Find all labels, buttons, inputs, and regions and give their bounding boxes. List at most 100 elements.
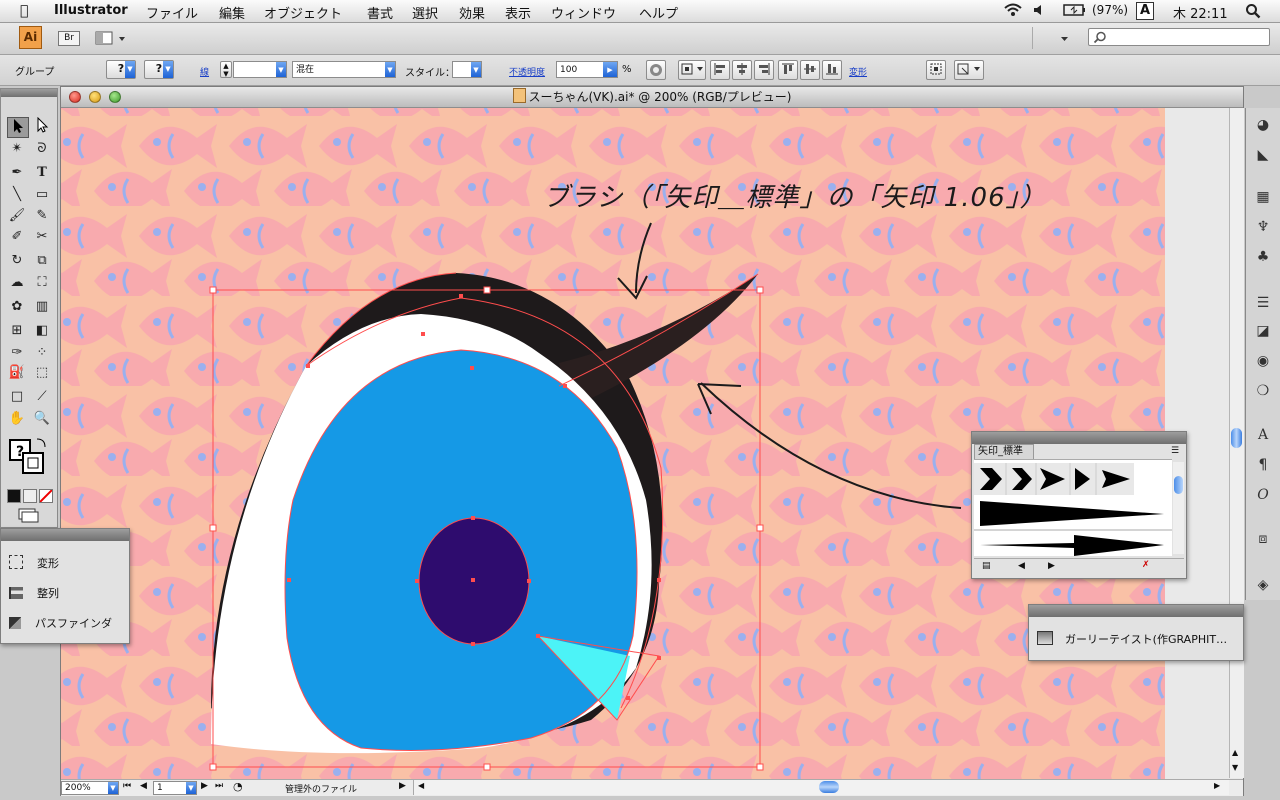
graphic-styles-titlebar[interactable] [1029,605,1243,617]
align-panel-item[interactable]: 整列 [9,583,59,605]
align-to-dropdown[interactable] [678,60,706,80]
warp-tool-icon[interactable]: ☁ [7,273,27,292]
align-center-button[interactable] [732,60,752,80]
spotlight-icon[interactable] [1245,3,1261,23]
apple-icon[interactable]:  [20,3,28,19]
remove-brush-icon[interactable]: ✗ [1142,560,1150,570]
fill-stroke-swatch[interactable]: ? [7,437,51,477]
align-right-button[interactable] [754,60,774,80]
menu-window[interactable]: ウィンドウ [551,3,616,22]
stroke-color-dropdown[interactable]: ? ▼ [144,60,174,79]
brush-panel-titlebar[interactable] [972,432,1186,444]
menu-type[interactable]: 書式 [367,3,393,22]
rectangle-tool-icon[interactable]: ▭ [32,185,52,204]
document-titlebar[interactable]: スーちゃん(VK).ai* @ 200% (RGB/プレビュー) [61,87,1243,108]
pen-tool-icon[interactable]: ✒ [7,163,27,182]
stroke-weight-field[interactable]: ▼ [233,61,287,78]
menu-edit[interactable]: 編集 [219,3,245,22]
brush-library-menu-icon[interactable]: ▤ [982,561,991,571]
stroke-link[interactable]: 線 [200,65,209,78]
transform-link[interactable]: 変形 [849,65,867,78]
menu-file[interactable]: ファイル [146,3,198,22]
previous-artboard-button[interactable]: ◀ [140,781,147,791]
gradient-mode-button[interactable] [23,489,37,503]
battery-icon[interactable] [1063,3,1087,21]
arrange-documents-button[interactable] [95,30,127,47]
search-field[interactable] [1088,28,1270,46]
screen-mode-button[interactable] [15,507,43,523]
pencil-tool-icon[interactable]: ✎ [32,206,52,225]
previous-library-arrow[interactable]: ◀ [1018,561,1025,571]
opentype-panel-icon[interactable]: O [1254,486,1272,504]
next-artboard-button[interactable]: ▶ [201,781,208,791]
paintbrush-tool-icon[interactable]: 🖌 [7,206,27,225]
horizontal-scroll-thumb[interactable] [819,781,839,793]
swatches-panel-icon[interactable]: ▦ [1254,188,1272,206]
first-artboard-button[interactable]: ⏮ [123,781,131,791]
align-bottom-button[interactable] [822,60,842,80]
layers-panel-icon[interactable]: ◈ [1254,576,1272,594]
pathfinder-panel-item[interactable]: パスファインダ [9,613,112,635]
color-mode-button[interactable] [7,489,21,503]
direct-selection-tool-icon[interactable] [32,116,52,136]
graph-tool-icon[interactable]: ▥ [32,297,52,316]
type-tool-icon[interactable]: T [32,163,52,182]
menu-object[interactable]: オブジェクト [264,3,342,22]
slice-tool-icon[interactable]: ⟋ [32,387,52,406]
symbols-panel-icon[interactable]: ♣ [1254,248,1272,266]
scissors-tool-icon[interactable]: ✂ [32,227,52,246]
mesh-tool-icon[interactable]: ⊞ [7,321,27,340]
align-left-button[interactable] [710,60,730,80]
blend-tool-icon[interactable]: ⁘ [32,343,52,362]
align-top-button[interactable] [778,60,798,80]
stroke-panel-icon[interactable]: ☰ [1254,294,1272,312]
scale-tool-icon[interactable]: ⧉ [32,251,52,270]
menu-select[interactable]: 選択 [412,3,438,22]
scroll-right-arrow[interactable]: ▶ [1214,781,1220,790]
recolor-artwork-button[interactable] [646,60,666,80]
paragraph-panel-icon[interactable]: ¶ [1254,456,1272,474]
color-guide-icon[interactable]: ◣ [1254,146,1272,164]
eyedropper-tool-icon[interactable]: ✑ [7,343,27,362]
transform-panel-item[interactable]: 変形 [9,553,59,575]
magic-wand-tool-icon[interactable]: ✴ [7,139,27,158]
menu-view[interactable]: 表示 [505,3,531,22]
brush-library-tab[interactable]: 矢印_標準 [974,444,1034,459]
input-method[interactable]: A [1136,2,1154,20]
stroke-weight-stepper[interactable]: ▲ ▼ [220,61,232,78]
artboard-tool-icon[interactable]: □ [7,387,27,406]
vertical-scrollbar[interactable]: ▲ ▼ [1229,108,1244,778]
last-artboard-button[interactable]: ⏭ [215,781,223,791]
panel-options-button[interactable] [954,60,984,80]
scroll-up-arrow[interactable]: ▲ [1232,748,1238,757]
live-paint-selection-tool-icon[interactable]: ⬚ [32,363,52,382]
isolate-group-button[interactable] [926,60,946,80]
character-panel-icon[interactable]: A [1254,426,1272,444]
status-menu-icon[interactable]: ◔ [233,780,243,793]
live-paint-bucket-tool-icon[interactable]: ⛽ [7,363,27,382]
menu-help[interactable]: ヘルプ [639,3,678,22]
minimize-window-button[interactable] [89,91,101,103]
workspace-switcher[interactable] [1032,27,1078,49]
close-window-button[interactable] [69,91,81,103]
zoom-tool-icon[interactable]: 🔍 [32,409,52,428]
status-options-arrow[interactable]: ▶ [399,781,406,791]
artboards-panel-icon[interactable]: ⧈ [1254,530,1272,548]
free-transform-tool-icon[interactable]: ⛶ [32,273,52,292]
app-menu[interactable]: Illustrator [54,3,128,18]
transparency-panel-icon[interactable]: ◉ [1254,352,1272,370]
artboard-number-field[interactable]: 1 ▼ [153,781,197,795]
panel-group-titlebar[interactable] [1,529,129,541]
bridge-button[interactable]: Br [58,31,80,46]
graphic-style-library-item[interactable]: ガーリーテイスト(作GRAPHIT… [1037,629,1227,651]
blob-brush-tool-icon[interactable]: ✐ [7,227,27,246]
taper-brush-stroke[interactable] [980,501,1164,526]
none-mode-button[interactable] [39,489,53,503]
arrow-brush-stroke[interactable] [980,535,1164,556]
scroll-left-arrow[interactable]: ◀ [418,781,424,790]
rotate-tool-icon[interactable]: ↻ [7,251,27,270]
fill-color-dropdown[interactable]: ? ▼ [106,60,136,79]
brushes-panel-icon[interactable]: ♆ [1254,218,1272,236]
volume-icon[interactable] [1033,3,1047,21]
line-tool-icon[interactable]: ╲ [7,185,27,204]
